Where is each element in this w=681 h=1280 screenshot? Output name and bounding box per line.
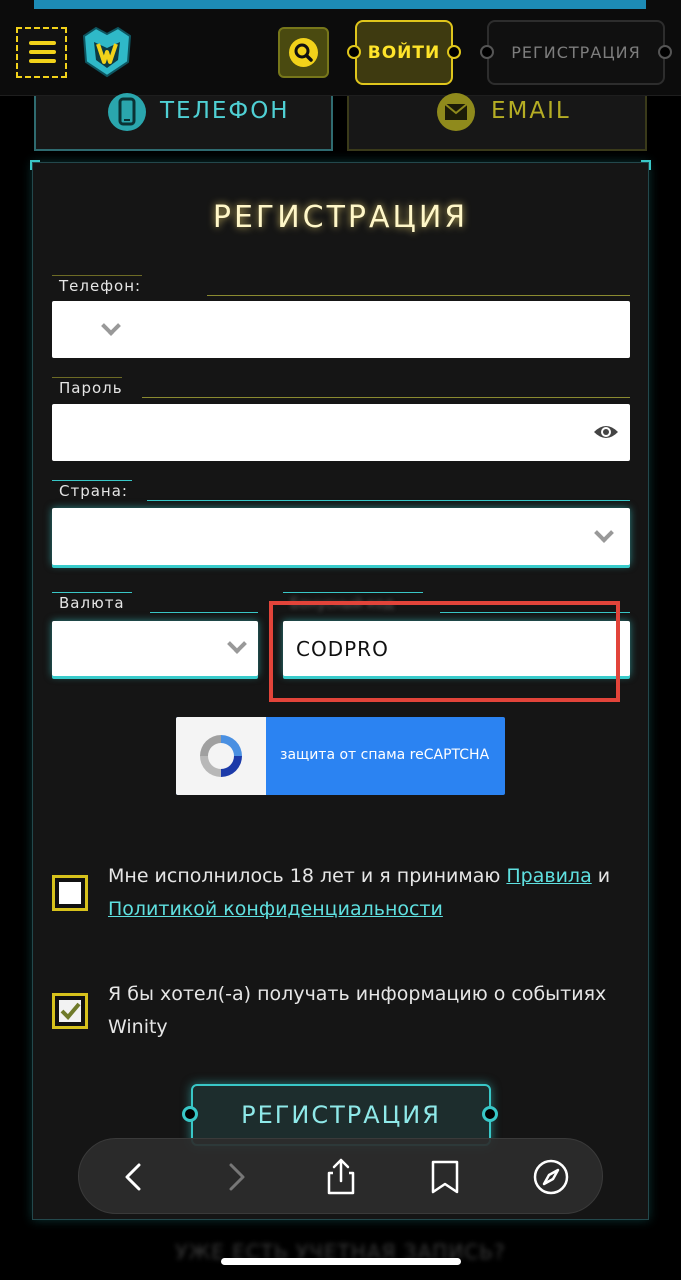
search-button[interactable]: [278, 27, 329, 78]
password-label-wrap: Пароль: [52, 377, 630, 399]
currency-label-wrap: Валюта: [52, 592, 258, 614]
header-accent-line: [34, 0, 646, 9]
age-terms-text-start: Мне исполнилось 18 лет и я принимаю: [108, 865, 507, 887]
label-rule: [207, 295, 630, 296]
login-button[interactable]: ВОЙТИ: [355, 20, 453, 85]
age-terms-text: Мне исполнилось 18 лет и я принимаю Прав…: [108, 860, 638, 926]
browser-toolbar: [78, 1138, 603, 1214]
recaptcha-label: защита от спама reCAPTCHA: [280, 747, 490, 763]
recaptcha-logo-area: [176, 717, 266, 795]
news-subscribe-checkbox[interactable]: [52, 993, 88, 1029]
label-rule: [52, 592, 132, 593]
register-notch-right: [658, 45, 672, 59]
label-rule: [283, 592, 423, 593]
password-input[interactable]: [52, 404, 630, 461]
recaptcha-widget[interactable]: защита от спама reCAPTCHA: [176, 717, 505, 795]
age-terms-text-and: и: [591, 865, 611, 887]
label-rule: [52, 480, 132, 481]
checkbox-box: [59, 882, 81, 904]
tab-phone-label: ТЕЛЕФОН: [160, 98, 290, 124]
eye-icon[interactable]: [593, 422, 619, 442]
checkmark-icon: [60, 1002, 81, 1020]
menu-icon: [29, 41, 56, 45]
menu-icon-bar: [29, 59, 56, 63]
chevron-down-icon: [227, 634, 247, 654]
register-header-button[interactable]: РЕГИСТРАЦИЯ: [487, 20, 665, 85]
register-notch-left: [480, 45, 494, 59]
promo-highlight-box: [269, 601, 620, 702]
menu-icon-bar: [29, 50, 56, 54]
rules-link[interactable]: Правила: [506, 865, 591, 887]
password-label: Пароль: [59, 379, 123, 397]
label-rule: [52, 275, 142, 276]
compass-icon[interactable]: [531, 1157, 571, 1197]
age-terms-checkbox[interactable]: [52, 875, 88, 911]
news-subscribe-text: Я бы хотел(-а) получать информацию о соб…: [108, 983, 607, 1038]
submit-register-button[interactable]: РЕГИСТРАЦИЯ: [191, 1084, 491, 1146]
panel-corner: [30, 160, 40, 170]
site-header: ВОЙТИ РЕГИСТРАЦИЯ: [0, 0, 681, 96]
phone-input[interactable]: [52, 301, 630, 358]
country-label: Страна:: [59, 482, 128, 500]
recaptcha-icon: [200, 735, 242, 777]
tab-email-label: EMAIL: [491, 98, 571, 124]
submit-notch-left: [182, 1106, 198, 1122]
label-rule: [150, 612, 258, 613]
privacy-policy-link[interactable]: Политикой конфиденциальности: [108, 898, 443, 920]
home-indicator[interactable]: [221, 1258, 461, 1265]
page-title: РЕГИСТРАЦИЯ: [212, 200, 469, 235]
login-notch-left: [347, 45, 361, 59]
share-icon[interactable]: [321, 1157, 361, 1197]
login-notch-right: [447, 45, 461, 59]
submit-notch-right: [482, 1106, 498, 1122]
menu-button[interactable]: [16, 27, 67, 78]
label-rule: [147, 500, 630, 501]
phone-icon: [108, 93, 146, 131]
label-rule: [52, 377, 122, 378]
logo-icon[interactable]: [78, 22, 136, 80]
country-code-chevron-down-icon[interactable]: [101, 316, 121, 336]
panel-corner: [641, 160, 651, 170]
bookmarks-icon[interactable]: [425, 1157, 465, 1197]
checkbox-box: [59, 1000, 81, 1022]
country-label-wrap: Страна:: [52, 480, 630, 502]
phone-label: Телефон:: [59, 277, 142, 295]
envelope-icon: [437, 93, 475, 131]
label-rule: [142, 397, 630, 398]
phone-label-wrap: Телефон:: [52, 275, 630, 297]
currency-label: Валюта: [59, 594, 125, 612]
country-select[interactable]: [52, 508, 630, 565]
back-icon[interactable]: [114, 1157, 154, 1197]
chevron-down-icon: [594, 523, 614, 543]
forward-icon[interactable]: [216, 1157, 256, 1197]
search-icon: [289, 38, 318, 67]
tab-email[interactable]: EMAIL: [347, 93, 647, 151]
currency-select[interactable]: [52, 621, 258, 676]
tab-phone[interactable]: ТЕЛЕФОН: [34, 93, 333, 151]
